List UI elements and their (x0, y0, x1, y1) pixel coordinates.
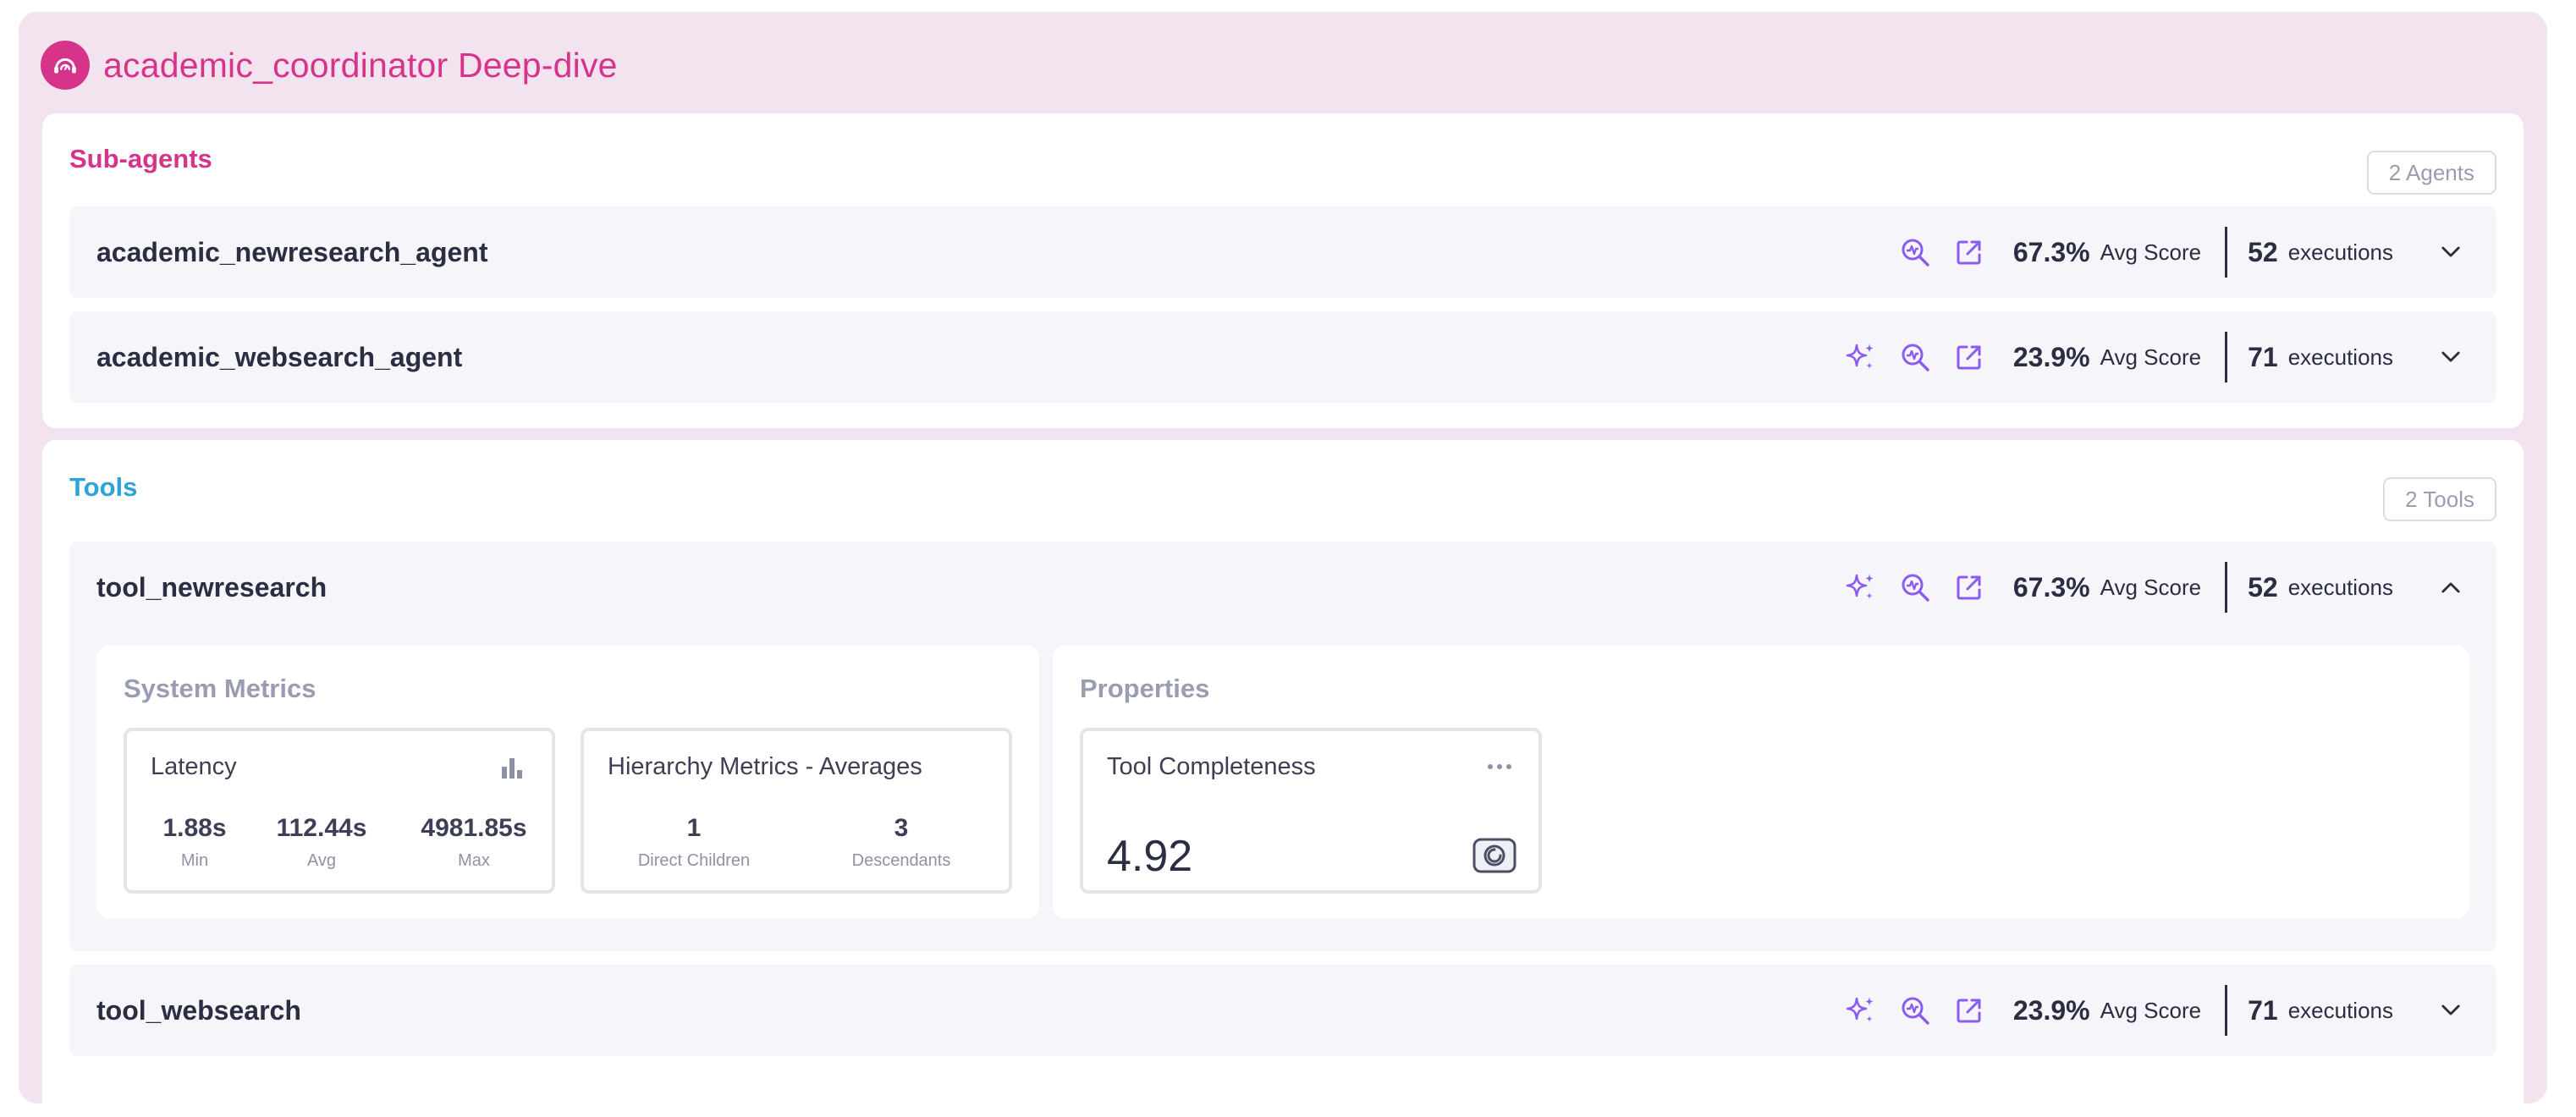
latency-max-label: Max (458, 851, 490, 870)
divider (2225, 227, 2228, 278)
sparkle-icon[interactable] (1844, 340, 1878, 374)
latency-card: Latency 1.88s Min 112.44s Avg 4981.85s M… (124, 728, 555, 894)
inspect-icon[interactable] (1898, 235, 1932, 269)
more-icon[interactable] (1486, 757, 1513, 777)
descendants: 3 Descendants (804, 814, 999, 871)
properties-title: Properties (1080, 674, 1210, 703)
row-metrics: 67.3% Avg Score 52 executions (1878, 206, 2466, 298)
avg-score-label: Avg Score (2100, 997, 2202, 1023)
latency-max-value: 4981.85s (421, 814, 527, 842)
hierarchy-title: Hierarchy Metrics - Averages (608, 753, 922, 780)
direct-children: 1 Direct Children (584, 814, 804, 871)
score-badge-icon (1472, 838, 1516, 873)
tools-count-badge: 2 Tools (2383, 477, 2496, 521)
subagent-row[interactable]: academic_websearch_agent 23.9% Avg Score… (69, 311, 2496, 403)
chevron-down-icon[interactable] (2436, 237, 2466, 267)
agents-count-badge: 2 Agents (2366, 151, 2496, 195)
executions-label: executions (2287, 239, 2393, 265)
properties-panel: Properties Tool Completeness 4.92 (1053, 645, 2469, 919)
avg-score-label: Avg Score (2100, 344, 2202, 370)
sparkle-icon[interactable] (1844, 570, 1878, 604)
tools-card: Tools 2 Tools tool_newresearch 67.3% Avg (42, 440, 2524, 1117)
open-external-icon[interactable] (1952, 340, 1986, 374)
direct-children-value: 1 (686, 814, 702, 842)
tool-name: tool_websearch (96, 994, 301, 1026)
avg-score-label: Avg Score (2100, 574, 2202, 600)
descendants-label: Descendants (851, 851, 951, 870)
latency-min-label: Min (180, 851, 209, 870)
avg-score-value: 23.9% (2012, 341, 2090, 372)
bar-chart-icon[interactable] (499, 755, 526, 782)
direct-children-label: Direct Children (637, 851, 751, 870)
tool-completeness-card: Tool Completeness 4.92 (1080, 728, 1542, 894)
tool-completeness-value: 4.92 (1107, 832, 1193, 881)
tool-row[interactable]: tool_newresearch 67.3% Avg Score 52 exec… (69, 542, 2496, 633)
divider (2225, 985, 2228, 1036)
page-title: academic_coordinator Deep-dive (103, 45, 618, 85)
inspect-icon[interactable] (1898, 993, 1932, 1027)
tool-expanded-panel: tool_newresearch 67.3% Avg Score 52 exec… (69, 542, 2496, 951)
divider (2225, 562, 2228, 613)
page-header: academic_coordinator Deep-dive (41, 39, 618, 91)
latency-title: Latency (151, 753, 237, 780)
tools-title: Tools (69, 472, 138, 502)
system-metrics-title: System Metrics (124, 674, 316, 703)
sparkle-icon[interactable] (1844, 993, 1878, 1027)
divider (2225, 332, 2228, 382)
subagent-name: academic_newresearch_agent (96, 236, 488, 267)
subagents-card: Sub-agents 2 Agents academic_newresearch… (42, 113, 2524, 428)
open-external-icon[interactable] (1952, 235, 1986, 269)
executions-count: 52 (2248, 236, 2278, 267)
tool-completeness-title: Tool Completeness (1107, 753, 1316, 780)
latency-avg-value: 112.44s (276, 814, 367, 842)
row-metrics: 23.9% Avg Score 71 executions (1824, 311, 2466, 403)
tool-row[interactable]: tool_websearch 23.9% Avg Score 71 execut… (69, 965, 2496, 1056)
executions-label: executions (2287, 344, 2393, 370)
chevron-down-icon[interactable] (2436, 995, 2466, 1026)
avg-score-value: 67.3% (2012, 236, 2090, 267)
executions-label: executions (2287, 574, 2393, 600)
subagents-title: Sub-agents (69, 144, 212, 173)
inspect-icon[interactable] (1898, 570, 1932, 604)
subagent-row[interactable]: academic_newresearch_agent 67.3% Avg Sco… (69, 206, 2496, 298)
chevron-down-icon[interactable] (2436, 342, 2466, 372)
subagent-name: academic_websearch_agent (96, 341, 463, 372)
row-metrics: 67.3% Avg Score 52 executions (1824, 542, 2466, 633)
inspect-icon[interactable] (1898, 340, 1932, 374)
avg-score-value: 67.3% (2012, 571, 2090, 603)
avg-score-value: 23.9% (2012, 994, 2090, 1026)
row-metrics: 23.9% Avg Score 71 executions (1824, 965, 2466, 1056)
latency-min-value: 1.88s (162, 814, 227, 842)
executions-count: 71 (2248, 341, 2278, 372)
avg-score-label: Avg Score (2100, 239, 2202, 265)
latency-avg-label: Avg (306, 851, 337, 870)
open-external-icon[interactable] (1952, 993, 1986, 1027)
hierarchy-card: Hierarchy Metrics - Averages 1 Direct Ch… (581, 728, 1012, 894)
executions-count: 71 (2248, 994, 2278, 1026)
latency-avg: 112.44s Avg (245, 814, 398, 871)
open-external-icon[interactable] (1952, 570, 1986, 604)
chevron-up-icon[interactable] (2436, 572, 2466, 603)
executions-count: 52 (2248, 571, 2278, 603)
system-metrics-panel: System Metrics Latency 1.88s Min 112.44s (96, 645, 1039, 919)
descendants-value: 3 (894, 814, 909, 842)
tool-name: tool_newresearch (96, 571, 328, 603)
executions-label: executions (2287, 997, 2393, 1023)
latency-min: 1.88s Min (127, 814, 262, 871)
latency-max: 4981.85s Max (389, 814, 559, 871)
headset-gauge-icon (41, 41, 90, 90)
page-background: academic_coordinator Deep-dive Sub-agent… (19, 12, 2547, 1117)
